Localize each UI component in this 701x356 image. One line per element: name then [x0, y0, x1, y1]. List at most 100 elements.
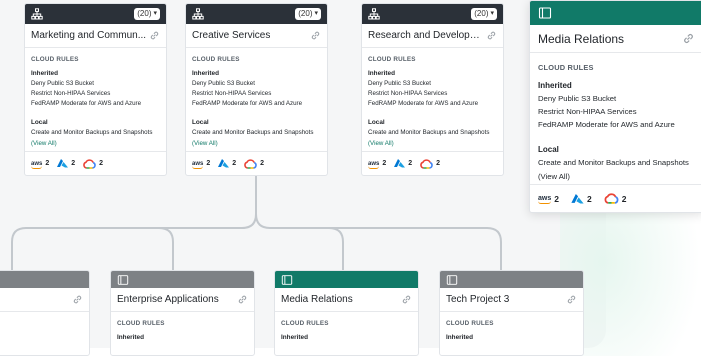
- link-icon[interactable]: [149, 30, 160, 41]
- gcp-icon: [420, 158, 433, 169]
- azure-icon: [394, 159, 406, 168]
- link-icon[interactable]: [566, 294, 577, 305]
- children-count: (20): [298, 9, 313, 18]
- rule-item: Restrict Non-HIPAA Services: [192, 90, 272, 97]
- card-title: Research and Developm...: [368, 30, 486, 41]
- rule-item: FedRAMP Moderate for AWS and Azure: [31, 100, 142, 107]
- card-title: Marketing and Commun...: [31, 30, 147, 41]
- azure-count: 2: [232, 160, 237, 167]
- azure-count: 2: [408, 160, 413, 167]
- inherited-label: Inherited: [281, 334, 308, 341]
- inherited-label: Inherited: [538, 81, 572, 90]
- azure-icon: [571, 193, 584, 203]
- link-icon[interactable]: [72, 294, 83, 305]
- aws-count: 2: [554, 193, 559, 204]
- cloud-rules-heading: CLOUD RULES: [368, 56, 416, 63]
- rule-item: Create and Monitor Backups and Snapshots: [31, 129, 153, 136]
- rule-item: Deny Public S3 Bucket: [538, 94, 617, 103]
- aws-icon: aws: [192, 160, 204, 169]
- folder-icon: [446, 274, 458, 285]
- azure-icon: [57, 159, 69, 168]
- rule-item: Deny Public S3 Bucket: [31, 80, 94, 87]
- cloud-rules-heading: CLOUD RULES: [117, 320, 165, 327]
- gcp-count: 2: [621, 193, 627, 204]
- children-count-dropdown[interactable]: (20) ▾: [471, 8, 497, 20]
- link-icon[interactable]: [310, 30, 321, 41]
- aws-count: 2: [206, 160, 211, 167]
- cloud-accounts-footer: aws 2 2 2: [186, 151, 327, 175]
- card-title: Tech Project 3: [446, 294, 510, 305]
- link-icon[interactable]: [486, 30, 497, 41]
- group-card-media-relations[interactable]: Media Relations CLOUD RULES Inherited: [274, 270, 419, 356]
- aws-count: 2: [45, 160, 50, 167]
- inherited-label: Inherited: [446, 334, 473, 341]
- cloud-accounts-footer: aws 2 2 2: [530, 184, 701, 212]
- cloud-rules-heading: CLOUD RULES: [538, 63, 594, 72]
- view-all-link[interactable]: (View All): [538, 172, 695, 181]
- group-card-creative[interactable]: (20) ▾ Creative Services CLOUD RULES Inhe…: [185, 3, 328, 176]
- view-all-link[interactable]: (View All): [368, 140, 497, 147]
- group-card-partial[interactable]: [0, 270, 90, 356]
- group-card-media-relations-expanded[interactable]: Media Relations CLOUD RULES Inherited De…: [529, 0, 701, 213]
- cloud-accounts-footer: aws 2 2 2: [25, 151, 166, 175]
- local-label: Local: [192, 119, 209, 126]
- gcp-count: 2: [436, 160, 441, 167]
- rule-item: Restrict Non-HIPAA Services: [31, 90, 111, 97]
- link-icon[interactable]: [682, 32, 695, 45]
- rule-item: Restrict Non-HIPAA Services: [538, 107, 637, 116]
- cloud-rules-heading: CLOUD RULES: [281, 320, 329, 327]
- card-header: [0, 271, 89, 288]
- folder-icon: [117, 274, 129, 285]
- gcp-icon: [83, 158, 96, 169]
- org-hierarchy-icon: [31, 8, 43, 20]
- rule-item: Create and Monitor Backups and Snapshots: [368, 129, 490, 136]
- cloud-accounts-footer: aws 2 2 2: [362, 151, 503, 175]
- children-count-dropdown[interactable]: (20) ▾: [134, 8, 160, 20]
- card-header: (20) ▾: [186, 4, 327, 24]
- card-title: Enterprise Applications: [117, 294, 219, 305]
- group-card-marketing[interactable]: (20) ▾ Marketing and Commun... CLOUD RULE…: [24, 3, 167, 176]
- inherited-label: Inherited: [368, 70, 395, 77]
- aws-icon: aws: [31, 160, 43, 169]
- azure-count: 2: [71, 160, 76, 167]
- children-count: (20): [137, 9, 152, 18]
- link-icon[interactable]: [237, 294, 248, 305]
- folder-icon: [538, 7, 552, 19]
- card-header: [275, 271, 418, 288]
- group-card-enterprise-applications[interactable]: Enterprise Applications CLOUD RULES Inhe…: [110, 270, 255, 356]
- cloud-rules-heading: CLOUD RULES: [446, 320, 494, 327]
- view-all-link[interactable]: (View All): [31, 140, 160, 147]
- view-all-link[interactable]: (View All): [192, 140, 321, 147]
- children-count: (20): [474, 9, 489, 18]
- gcp-icon: [244, 158, 257, 169]
- inherited-label: Inherited: [192, 70, 219, 77]
- card-title: Media Relations: [281, 294, 353, 305]
- card-header: (20) ▾: [25, 4, 166, 24]
- card-header: [530, 1, 701, 25]
- card-header: [111, 271, 254, 288]
- rule-item: Deny Public S3 Bucket: [368, 80, 431, 87]
- card-title: Media Relations: [538, 31, 625, 46]
- link-icon[interactable]: [401, 294, 412, 305]
- rule-item: Create and Monitor Backups and Snapshots: [538, 158, 689, 167]
- chevron-down-icon: ▾: [490, 10, 494, 17]
- rule-item: FedRAMP Moderate for AWS and Azure: [368, 100, 479, 107]
- children-count-dropdown[interactable]: (20) ▾: [295, 8, 321, 20]
- rule-item: Create and Monitor Backups and Snapshots: [192, 129, 314, 136]
- gcp-count: 2: [99, 160, 104, 167]
- azure-count: 2: [586, 193, 592, 204]
- inherited-label: Inherited: [117, 334, 144, 341]
- local-label: Local: [31, 119, 48, 126]
- aws-icon: aws: [368, 160, 380, 169]
- org-hierarchy-icon: [368, 8, 380, 20]
- group-card-tech-project-3[interactable]: Tech Project 3 CLOUD RULES Inherited: [439, 270, 584, 356]
- card-header: [440, 271, 583, 288]
- org-hierarchy-icon: [192, 8, 204, 20]
- rule-item: Restrict Non-HIPAA Services: [368, 90, 448, 97]
- folder-icon: [281, 274, 293, 285]
- local-label: Local: [538, 145, 559, 154]
- gcp-count: 2: [260, 160, 265, 167]
- card-title: Creative Services: [192, 30, 271, 41]
- group-card-research[interactable]: (20) ▾ Research and Developm... CLOUD RUL…: [361, 3, 504, 176]
- rule-item: FedRAMP Moderate for AWS and Azure: [192, 100, 303, 107]
